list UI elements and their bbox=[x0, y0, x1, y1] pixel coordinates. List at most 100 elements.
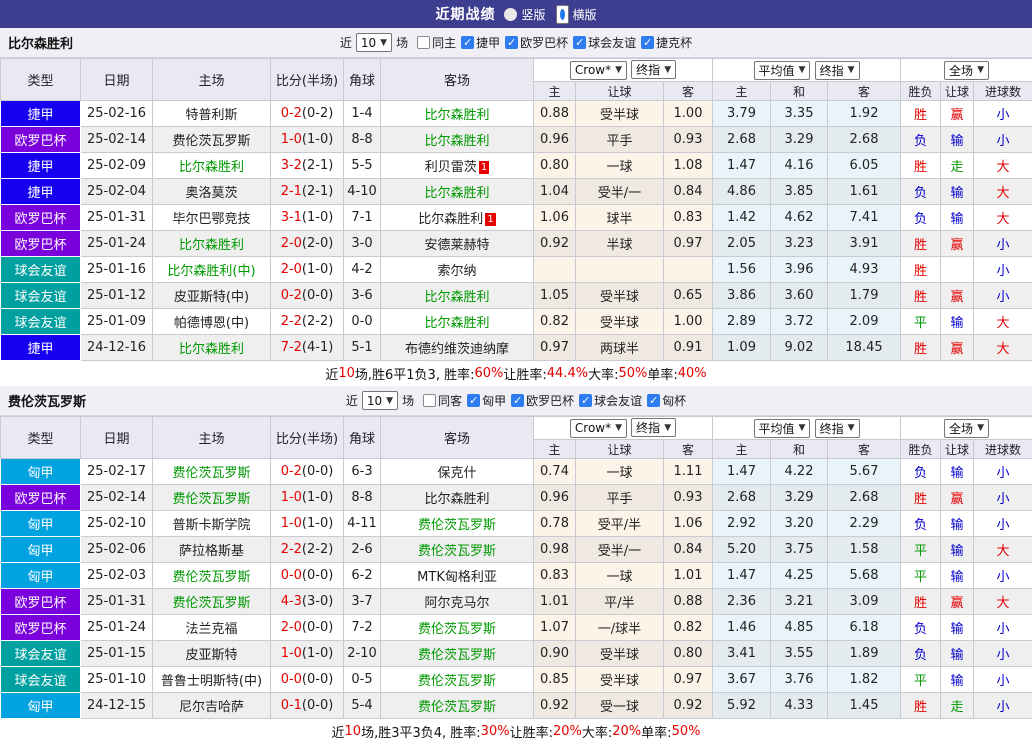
fulltime-select[interactable]: 全场▼ bbox=[944, 419, 989, 438]
team1-title: 比尔森胜利 bbox=[8, 33, 73, 52]
match-date: 25-01-16 bbox=[81, 257, 153, 283]
corner-count: 6-3 bbox=[344, 459, 381, 485]
score-cell: 0-0(0-0) bbox=[271, 667, 344, 693]
handicap-odds: 平手 bbox=[576, 127, 664, 153]
checkbox-icon[interactable] bbox=[641, 36, 654, 49]
home-team: 费伦茨瓦罗斯 bbox=[153, 563, 271, 589]
league-badge: 球会友谊 bbox=[1, 283, 81, 309]
result-flag: 大 bbox=[974, 205, 1032, 231]
final-odds-select[interactable]: 终指▼ bbox=[631, 418, 676, 437]
filter-欧罗巴杯[interactable]: 欧罗巴杯 bbox=[505, 34, 568, 51]
fulltime-score: 1-0 bbox=[281, 516, 302, 531]
sub-avg-away: 客 bbox=[828, 82, 901, 101]
match-date: 25-02-04 bbox=[81, 179, 153, 205]
radio-label: 竖版 bbox=[521, 6, 545, 23]
checkbox-icon[interactable] bbox=[647, 394, 660, 407]
checkbox-icon[interactable] bbox=[573, 36, 586, 49]
average-odds: 4.33 bbox=[771, 693, 828, 719]
filter-同客[interactable]: 同客 bbox=[423, 392, 462, 409]
page-title: 近期战绩 bbox=[435, 4, 495, 24]
team-name: 比尔森胜利 bbox=[179, 238, 244, 253]
average-select[interactable]: 平均值▼ bbox=[754, 419, 811, 438]
near-label: 近 bbox=[346, 392, 358, 409]
home-team: 奥洛莫茨 bbox=[153, 179, 271, 205]
filter-欧罗巴杯[interactable]: 欧罗巴杯 bbox=[511, 392, 574, 409]
average-dropdowns: 平均值▼ 终指▼ bbox=[713, 417, 901, 440]
checkbox-icon[interactable] bbox=[579, 394, 592, 407]
checkbox-icon[interactable] bbox=[417, 36, 430, 49]
fulltime-value: 全场 bbox=[949, 62, 973, 79]
average-odds: 5.92 bbox=[713, 693, 771, 719]
team1-summary: 近10场,胜6平1负3, 胜率:60% 让胜率:44.4% 大率:50% 单率:… bbox=[0, 361, 1032, 386]
filter-同主[interactable]: 同主 bbox=[417, 34, 456, 51]
result-flag: 胜 bbox=[901, 283, 941, 309]
handicap-odds: 受半/一 bbox=[576, 179, 664, 205]
bookmaker-select[interactable]: Crow*▼ bbox=[570, 419, 627, 438]
team-name: 比尔森胜利 bbox=[179, 160, 244, 175]
result-flag: 小 bbox=[974, 127, 1032, 153]
handicap-odds: 1.06 bbox=[534, 205, 576, 231]
match-row: 球会友谊25-01-10普鲁士明斯特(中)0-0(0-0)0-5费伦茨瓦罗斯0.… bbox=[1, 667, 1032, 693]
summary-text: 单率: bbox=[641, 722, 671, 741]
summary-text: 20% bbox=[553, 724, 582, 739]
filter-球会友谊[interactable]: 球会友谊 bbox=[579, 392, 642, 409]
home-team: 法兰克福 bbox=[153, 615, 271, 641]
fulltime-select[interactable]: 全场▼ bbox=[944, 61, 989, 80]
checkbox-icon[interactable] bbox=[461, 36, 474, 49]
result-flag: 胜 bbox=[901, 231, 941, 257]
average-dropdowns: 平均值▼ 终指▼ bbox=[713, 59, 901, 82]
halftime-score: (3-0) bbox=[302, 594, 333, 609]
fulltime-score: 2-0 bbox=[281, 236, 302, 251]
col-away: 客场 bbox=[381, 417, 534, 459]
result-flag: 输 bbox=[941, 667, 974, 693]
fulltime-score: 4-3 bbox=[281, 594, 302, 609]
bookmaker-value: Crow* bbox=[575, 63, 611, 77]
average-odds: 1.92 bbox=[828, 101, 901, 127]
filter-球会友谊[interactable]: 球会友谊 bbox=[573, 34, 636, 51]
unit-label: 场 bbox=[402, 392, 414, 409]
checkbox-icon[interactable] bbox=[505, 36, 518, 49]
handicap-odds: 平手 bbox=[576, 485, 664, 511]
result-flag: 负 bbox=[901, 615, 941, 641]
team-name: 奥洛莫茨 bbox=[185, 186, 237, 201]
average-odds: 3.91 bbox=[828, 231, 901, 257]
handicap-odds: 受半球 bbox=[576, 283, 664, 309]
result-flag: 小 bbox=[974, 641, 1032, 667]
corner-count: 1-4 bbox=[344, 101, 381, 127]
filter-捷克杯[interactable]: 捷克杯 bbox=[641, 34, 692, 51]
match-row: 匈甲25-02-10普斯卡斯学院1-0(1-0)4-11费伦茨瓦罗斯0.78受平… bbox=[1, 511, 1032, 537]
summary-text: 场,胜6平1负3, 胜率: bbox=[355, 364, 475, 383]
final-odds-select-2[interactable]: 终指▼ bbox=[815, 61, 860, 80]
score-cell: 1-0(1-0) bbox=[271, 485, 344, 511]
average-odds: 3.76 bbox=[771, 667, 828, 693]
filter-捷甲[interactable]: 捷甲 bbox=[461, 34, 500, 51]
checkbox-icon[interactable] bbox=[467, 394, 480, 407]
radio-icon[interactable] bbox=[556, 5, 569, 24]
fulltime-score: 2-0 bbox=[281, 262, 302, 277]
bookmaker-select[interactable]: Crow*▼ bbox=[570, 61, 627, 80]
final-odds-select[interactable]: 终指▼ bbox=[631, 60, 676, 79]
match-row: 球会友谊25-01-12皮亚斯特(中)0-2(0-0)3-6比尔森胜利1.05受… bbox=[1, 283, 1032, 309]
away-team: 布德约维茨迪纳摩 bbox=[381, 335, 534, 361]
match-count-select[interactable]: 10 ▼ bbox=[356, 33, 392, 52]
checkbox-icon[interactable] bbox=[423, 394, 436, 407]
fulltime-score: 7-2 bbox=[281, 340, 302, 355]
checkbox-icon[interactable] bbox=[511, 394, 524, 407]
filter-匈甲[interactable]: 匈甲 bbox=[467, 392, 506, 409]
away-team: 比尔森胜利1 bbox=[381, 205, 534, 231]
average-select[interactable]: 平均值▼ bbox=[754, 61, 811, 80]
final-odds-select-2[interactable]: 终指▼ bbox=[815, 419, 860, 438]
filter-匈杯[interactable]: 匈杯 bbox=[647, 392, 686, 409]
average-odds: 1.47 bbox=[713, 563, 771, 589]
away-team: 比尔森胜利 bbox=[381, 283, 534, 309]
away-team: 阿尔克马尔 bbox=[381, 589, 534, 615]
average-odds: 1.82 bbox=[828, 667, 901, 693]
team-name: 皮亚斯特 bbox=[185, 648, 237, 663]
match-count-select-2[interactable]: 10 ▼ bbox=[362, 391, 398, 410]
layout-radio-横版[interactable]: 横版 bbox=[556, 5, 597, 24]
result-flag: 小 bbox=[974, 485, 1032, 511]
layout-radio-竖版[interactable]: 竖版 bbox=[504, 6, 545, 23]
average-odds: 2.68 bbox=[828, 127, 901, 153]
match-date: 25-01-12 bbox=[81, 283, 153, 309]
radio-icon[interactable] bbox=[504, 8, 517, 21]
